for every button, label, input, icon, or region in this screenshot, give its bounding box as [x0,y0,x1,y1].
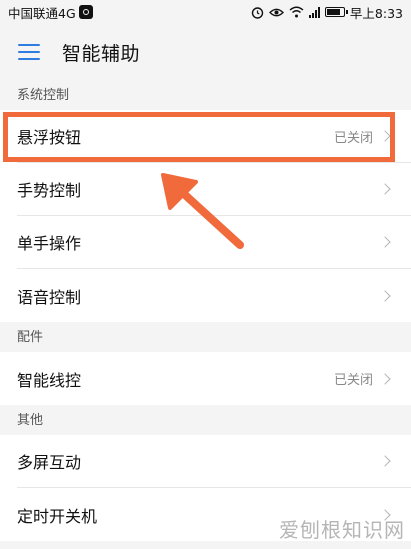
group-system-control: 悬浮按钮 已关闭 手势控制 单手操作 语音控制 [0,110,411,322]
hamburger-menu-icon[interactable] [18,44,40,60]
row-right [379,236,391,248]
row-label: 手势控制 [17,181,82,200]
chevron-right-icon [379,183,391,195]
row-label: 语音控制 [17,287,82,307]
app-bar: 智能辅助 [0,24,411,80]
row-smart-wire-control[interactable]: 智能线控 已关闭 [17,352,411,405]
clock: 早上8:33 [349,5,403,21]
chevron-right-icon [379,236,391,248]
row-right [379,183,391,195]
row-right: 已关闭 [334,127,391,146]
row-label: 多屏互动 [17,453,82,472]
row-label: 单手操作 [17,234,82,253]
row-right [379,455,391,467]
status-value: 已关闭 [333,130,373,146]
row-floating-button[interactable]: 悬浮按钮 已关闭 [17,110,411,163]
status-right: 早上8:33 [251,3,403,22]
page-title: 智能辅助 [62,42,141,65]
chevron-right-icon [379,372,391,385]
chevron-right-icon [379,455,391,467]
chevron-right-icon [379,289,391,302]
status-bar: 中国联通4G 早上8:33 [0,0,411,24]
row-right: 已关闭 [334,369,391,388]
status-left: 中国联通4G [8,3,93,22]
wifi-icon [289,6,304,18]
status-value: 已关闭 [333,373,373,388]
carrier-label: 中国联通4G [8,5,76,21]
row-label: 定时开关机 [17,506,98,526]
battery-icon [324,7,348,17]
row-label: 悬浮按钮 [17,128,82,147]
eye-icon [269,8,284,16]
row-one-hand-mode[interactable]: 单手操作 [17,216,411,269]
chevron-right-icon [379,130,391,142]
row-voice-control[interactable]: 语音控制 [17,269,411,322]
section-header-other: 其他 [0,405,411,435]
section-header-accessories: 配件 [0,322,411,352]
group-accessories: 智能线控 已关闭 [0,352,411,405]
notification-icon [78,5,93,19]
row-multi-screen[interactable]: 多屏互动 [17,435,411,488]
row-right [379,289,391,302]
alarm-icon [251,6,264,19]
watermark: 爱刨根知识网 [279,518,405,542]
row-label: 智能线控 [17,370,82,390]
section-header-system-control: 系统控制 [0,80,411,110]
row-gesture-control[interactable]: 手势控制 [17,163,411,216]
signal-strength-icon [308,6,320,18]
